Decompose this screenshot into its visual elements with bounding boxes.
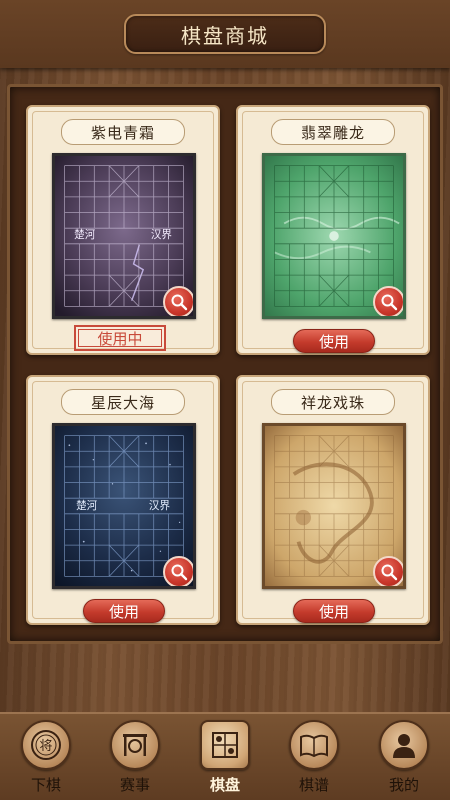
board-name: 翡翠雕龙 [271, 119, 395, 145]
board-preview[interactable] [262, 153, 406, 319]
gong-icon [110, 720, 160, 770]
use-button[interactable]: 使用 [293, 329, 375, 353]
use-button[interactable]: 使用 [293, 599, 375, 623]
nav-boards[interactable]: 棋盘 [190, 720, 260, 800]
nav-label: 赛事 [119, 776, 150, 794]
river-left-label: 楚河 [74, 228, 96, 241]
magnifier-icon [170, 293, 188, 311]
page-title: 棋盘商城 [124, 14, 326, 54]
board-grid-panel: 紫电青霜 楚河 汉界 使用中 翡翠雕龙 使用 星辰大海 楚河 汉界 使用 祥龙戏… [7, 84, 443, 644]
board-name: 星辰大海 [61, 389, 185, 415]
nav-profile[interactable]: 我的 [369, 720, 439, 800]
board-name: 紫电青霜 [61, 119, 185, 145]
magnifier-icon [170, 563, 188, 581]
nav-label: 下棋 [30, 776, 61, 794]
svg-text:将: 将 [39, 739, 52, 754]
zoom-preview-button[interactable] [163, 556, 193, 586]
general-piece-icon: 将 [21, 720, 71, 770]
river-right-label: 汉界 [149, 500, 171, 512]
board-card-starry[interactable]: 星辰大海 楚河 汉界 使用 [26, 375, 220, 625]
in-use-badge: 使用中 [74, 325, 166, 351]
use-button[interactable]: 使用 [83, 599, 165, 623]
magnifier-icon [380, 293, 398, 311]
nav-label: 棋谱 [298, 776, 329, 794]
bottom-nav: 将 下棋 赛事 棋盘 棋谱 我的 [0, 712, 450, 800]
board-card-parchment[interactable]: 祥龙戏珠 使用 [236, 375, 430, 625]
nav-events[interactable]: 赛事 [100, 720, 170, 800]
board-card-jade[interactable]: 翡翠雕龙 使用 [236, 105, 430, 355]
header: 棋盘商城 [0, 0, 450, 68]
book-icon [289, 720, 339, 770]
zoom-preview-button[interactable] [373, 286, 403, 316]
board-preview[interactable] [262, 423, 406, 589]
nav-label: 我的 [388, 776, 419, 794]
zoom-preview-button[interactable] [163, 286, 193, 316]
river-right-label: 汉界 [151, 229, 173, 241]
river-left-label: 楚河 [76, 499, 98, 512]
board-name: 祥龙戏珠 [271, 389, 395, 415]
nav-play[interactable]: 将 下棋 [11, 720, 81, 800]
nav-label: 棋盘 [209, 776, 240, 794]
zoom-preview-button[interactable] [373, 556, 403, 586]
board-preview[interactable]: 楚河 汉界 [52, 423, 196, 589]
nav-records[interactable]: 棋谱 [279, 720, 349, 800]
board-card-purple[interactable]: 紫电青霜 楚河 汉界 使用中 [26, 105, 220, 355]
board-preview[interactable]: 楚河 汉界 [52, 153, 196, 319]
magnifier-icon [380, 563, 398, 581]
user-icon [379, 720, 429, 770]
board-icon [200, 720, 250, 770]
